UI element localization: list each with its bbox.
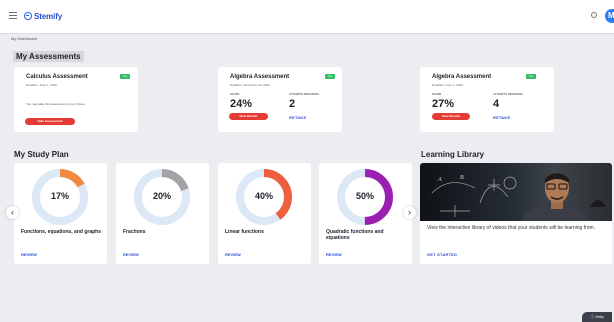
- assessment-deadline: Deadline: June 1, 2020: [26, 83, 57, 87]
- live-badge: Live: [526, 74, 536, 79]
- score-label: SCORE: [432, 93, 442, 96]
- attempts-info: You may take this assessment up to 3 tim…: [26, 102, 86, 106]
- topic-name: Linear functions: [225, 229, 264, 235]
- avatar[interactable]: M: [605, 9, 614, 23]
- take-assessment-button[interactable]: Take Assessment: [25, 118, 75, 125]
- assessments-section-title: My Assessments: [13, 51, 84, 62]
- top-bar: Stemify M: [0, 0, 614, 34]
- view-results-button[interactable]: View Results: [229, 113, 268, 120]
- review-link[interactable]: REVIEW: [21, 252, 37, 257]
- math-teacher-illustration: A B: [431, 173, 606, 221]
- study-card[interactable]: 50% Quadratic functions and equations RE…: [319, 163, 412, 264]
- carousel-prev-button[interactable]: ‹: [6, 206, 19, 219]
- assessment-title: Algebra Assessment: [432, 74, 492, 80]
- get-started-link[interactable]: GET STARTED: [427, 252, 457, 257]
- score-label: SCORE: [230, 93, 240, 96]
- attempts-remaining-value: 4: [493, 98, 500, 110]
- progress-ring: 17%: [31, 168, 89, 226]
- view-results-button[interactable]: View Results: [432, 113, 470, 120]
- score-value: 24%: [230, 98, 253, 110]
- topic-name: Functions, equations, and graphs: [21, 229, 102, 235]
- stemify-logo-icon: [24, 12, 32, 20]
- study-plan-section-title: My Study Plan: [14, 150, 69, 159]
- study-card[interactable]: 17% Functions, equations, and graphs REV…: [14, 163, 107, 264]
- progress-percent: 50%: [355, 191, 374, 201]
- live-badge: Live: [120, 74, 130, 79]
- progress-percent: 40%: [254, 191, 273, 201]
- assessment-card-algebra-2: Algebra Assessment Deadline: June 1, 202…: [420, 67, 554, 132]
- svg-text:A: A: [437, 177, 442, 183]
- brand-logo[interactable]: Stemify: [24, 10, 62, 22]
- progress-percent: 20%: [152, 191, 171, 201]
- carousel-next-button[interactable]: ›: [403, 206, 416, 219]
- help-icon: ⓘ: [590, 314, 595, 319]
- review-link[interactable]: REVIEW: [326, 252, 342, 257]
- progress-ring: 50%: [336, 168, 394, 226]
- assessment-card-calculus: Calculus Assessment Deadline: June 1, 20…: [14, 67, 138, 132]
- assessment-deadline: Deadline: November 20, 2020: [230, 83, 270, 87]
- progress-percent: 17%: [50, 191, 69, 201]
- breadcrumb[interactable]: My Dashboard: [11, 36, 37, 41]
- hamburger-menu-icon[interactable]: [9, 12, 17, 20]
- attempts-remaining-value: 2: [289, 98, 296, 110]
- library-section-title: Learning Library: [421, 150, 485, 159]
- assessment-card-algebra-1: Algebra Assessment Deadline: November 20…: [218, 67, 342, 132]
- help-label: Help: [595, 314, 604, 319]
- live-badge: Live: [325, 74, 335, 79]
- score-value: 27%: [432, 98, 455, 110]
- study-card[interactable]: 40% Linear functions REVIEW: [218, 163, 311, 264]
- svg-text:B: B: [460, 175, 464, 181]
- assessment-title: Calculus Assessment: [26, 74, 88, 80]
- library-video-thumbnail[interactable]: A B: [420, 163, 612, 221]
- retake-link[interactable]: RETAKE: [493, 115, 510, 120]
- attempts-remaining-label: ATTEMPTS REMAINING: [289, 93, 320, 96]
- assessment-title: Algebra Assessment: [230, 74, 290, 80]
- learning-library-card[interactable]: A B View the interactive library of vide…: [420, 163, 612, 264]
- library-description: View the interactive library of videos t…: [427, 225, 596, 231]
- help-button[interactable]: ⓘ Help: [582, 312, 612, 322]
- assessment-deadline: Deadline: June 1, 2020: [432, 83, 463, 87]
- topic-name: Quadratic functions and equations: [326, 229, 384, 241]
- attempts-remaining-label: ATTEMPTS REMAINING: [493, 93, 524, 96]
- brand-name: Stemify: [34, 11, 63, 21]
- progress-ring: 20%: [133, 168, 191, 226]
- retake-link[interactable]: RETAKE: [289, 115, 306, 120]
- study-card[interactable]: 20% Fractions REVIEW: [116, 163, 209, 264]
- review-link[interactable]: REVIEW: [225, 252, 241, 257]
- progress-ring: 40%: [235, 168, 293, 226]
- notification-icon[interactable]: [591, 12, 597, 18]
- review-link[interactable]: REVIEW: [123, 252, 139, 257]
- topic-name: Fractions: [123, 229, 146, 235]
